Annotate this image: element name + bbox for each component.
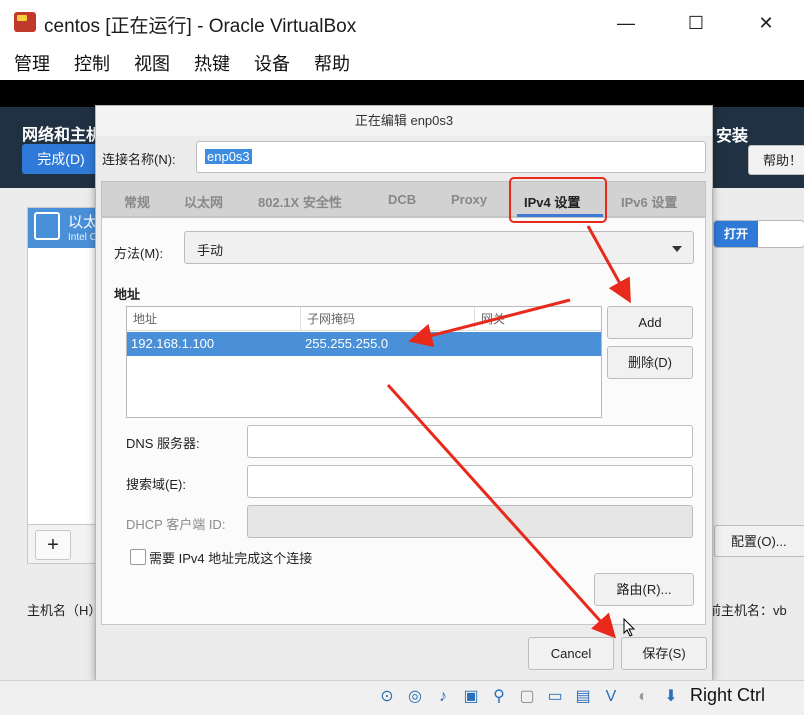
shared-folder-icon[interactable]: ▢ [516,686,538,708]
delete-address-button[interactable]: 删除(D) [607,346,693,379]
virtualization-icon[interactable]: V [600,686,622,708]
search-domain-input[interactable] [247,465,693,498]
display-icon[interactable]: ▭ [544,686,566,708]
menubar [0,46,804,80]
routes-button[interactable]: 路由(R)... [594,573,694,606]
current-hostname-label: 前主机名：vb [708,603,787,618]
interface-toggle[interactable]: 打开 [713,220,804,248]
dns-servers-label: DNS 服务器: [126,436,200,451]
connection-name-value: enp0s3 [205,149,252,164]
cancel-button[interactable]: Cancel [528,637,614,670]
usb-icon[interactable]: ⚲ [488,686,510,708]
tab-dcb[interactable]: DCB [388,192,416,207]
tab-general[interactable]: 常规 [124,192,150,211]
maximize-button[interactable]: ☐ [676,8,716,38]
help-button[interactable]: 帮助！ [748,145,804,175]
hard-disk-icon[interactable]: ⊙ [376,686,398,708]
address-table: 地址 子网掩码 网关 192.168.1.100 255.255.255.0 [126,306,602,418]
dns-servers-input[interactable] [247,425,693,458]
connection-name-input[interactable]: enp0s3 [196,141,706,173]
menu-control[interactable]: 控制 [74,50,110,76]
menu-devices[interactable]: 设备 [254,50,290,76]
method-value: 手动 [197,243,224,258]
mouse-cursor-icon [623,618,636,637]
edit-connection-dialog: 正在编辑 enp0s3 连接名称(N): enp0s3 常规 以太网 802.1… [95,105,713,680]
menu-manage[interactable]: 管理 [14,50,50,76]
chevron-down-icon [672,246,682,252]
column-header-netmask[interactable]: 子网掩码 [301,307,475,331]
dhcp-client-id-input [247,505,693,538]
audio-icon[interactable]: ♪ [432,686,454,708]
cell-address: 192.168.1.100 [131,336,215,351]
guest-topbar [0,80,804,107]
dhcp-client-id-label: DHCP 客户端 ID: [126,517,226,532]
guest-screen: 网络和主机名(N) 完成(D) 安装 帮助！ 以太网 (enp0s3) Inte… [0,80,804,680]
search-domain-label: 搜索域(E): [126,477,186,492]
tab-ipv6-settings[interactable]: IPv6 设置 [621,192,677,211]
column-header-gateway[interactable]: 网关 [475,307,601,331]
window-title: centos [正在运行] - Oracle VirtualBox [44,16,357,37]
method-select[interactable]: 手动 [184,231,694,264]
network-cable-icon [34,212,60,240]
tab-proxy[interactable]: Proxy [451,192,487,207]
recording-icon[interactable]: ▤ [572,686,594,708]
done-button[interactable]: 完成(D) [22,144,100,174]
install-heading: 安装 [716,128,749,145]
table-row[interactable]: 192.168.1.100 255.255.255.0 [127,332,601,356]
network-icon[interactable]: ▣ [460,686,482,708]
mouse-integration-icon[interactable]: ◐ [632,686,654,708]
add-address-button[interactable]: Add [607,306,693,339]
connection-name-label: 连接名称(N): [102,152,176,167]
method-label: 方法(M): [114,246,164,261]
column-header-address[interactable]: 地址 [127,307,301,331]
require-ipv4-label[interactable]: 需要 IPv4 地址完成这个连接 [149,548,312,567]
minimize-button[interactable]: — [606,8,646,38]
keyboard-icon[interactable]: ⬇ [660,686,682,708]
optical-disk-icon[interactable]: ◎ [404,686,426,708]
vm-statusbar [0,680,804,715]
address-heading: 地址 [114,287,141,302]
close-button[interactable]: ✕ [746,8,786,38]
add-interface-button[interactable]: + [35,530,71,560]
cell-netmask: 255.255.255.0 [305,336,389,351]
menu-help[interactable]: 帮助 [314,50,350,76]
toggle-on-label: 打开 [714,221,758,247]
interface-list [27,207,97,525]
save-button[interactable]: 保存(S) [621,637,707,670]
virtualbox-app-icon [14,12,36,32]
tab-ipv4-settings[interactable]: IPv4 设置 [524,192,580,211]
settings-tabbar: 常规 以太网 802.1X 安全性 DCB Proxy IPv4 设置 IPv6… [101,181,706,217]
require-ipv4-checkbox[interactable] [130,549,146,565]
configure-button[interactable]: 配置(O)... [714,525,804,557]
menu-hotkeys[interactable]: 热键 [194,50,230,76]
host-key-label: Right Ctrl [690,685,766,705]
tab-ethernet[interactable]: 以太网 [184,192,223,211]
menu-view[interactable]: 视图 [134,50,170,76]
tab-8021x-security[interactable]: 802.1X 安全性 [258,192,342,211]
dialog-title: 正在编辑 enp0s3 [96,106,712,136]
